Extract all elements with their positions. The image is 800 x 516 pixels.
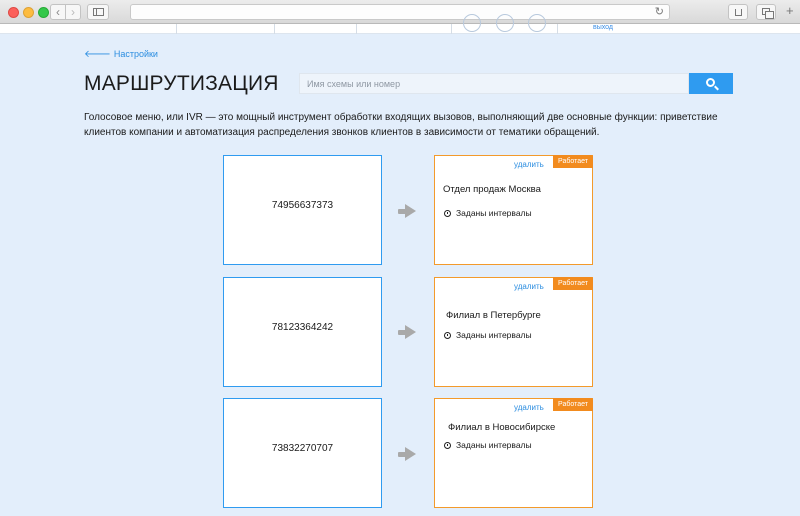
arrow-right-icon [398, 203, 418, 219]
site-nav: выход [0, 14, 800, 34]
arrow-right-icon [398, 324, 418, 340]
clock-icon [444, 210, 451, 217]
show-tabs-button[interactable] [756, 4, 776, 20]
browser-toolbar: ‹ › ↻ + [0, 0, 800, 24]
nav-divider [451, 24, 452, 34]
back-link-label: Настройки [113, 49, 158, 59]
scheme-name: Филиал в Петербурге [446, 310, 541, 321]
nav-circle-icon[interactable] [528, 14, 546, 32]
delete-link[interactable]: удалить [514, 160, 544, 169]
share-button[interactable] [728, 4, 748, 20]
close-window-button[interactable] [8, 7, 19, 18]
nav-circle-icon[interactable] [496, 14, 514, 32]
delete-link[interactable]: удалить [514, 403, 544, 412]
delete-link[interactable]: удалить [514, 282, 544, 291]
chevron-left-icon: ‹ [56, 5, 60, 19]
address-bar[interactable]: ↻ [130, 4, 670, 20]
nav-divider [356, 24, 357, 34]
sidebar-toggle-button[interactable] [87, 4, 109, 20]
nav-divider [557, 24, 558, 34]
schedule-row: Заданы интервалы [444, 330, 532, 340]
minimize-window-button[interactable] [23, 7, 34, 18]
phone-number-card[interactable]: 78123364242 [223, 277, 382, 387]
schedule-label: Заданы интервалы [456, 440, 532, 450]
schedule-label: Заданы интервалы [456, 330, 532, 340]
nav-circle-icon[interactable] [463, 14, 481, 32]
phone-number: 74956637373 [271, 200, 334, 211]
phone-number: 73832270707 [271, 443, 334, 454]
phone-number-card[interactable]: 73832270707 [223, 398, 382, 508]
schedule-label: Заданы интервалы [456, 208, 532, 218]
clock-icon [444, 442, 451, 449]
arrow-right-icon [398, 446, 418, 462]
arrow-left-icon: 🡐 [84, 49, 111, 60]
exit-link[interactable]: выход [593, 24, 613, 31]
search-icon [706, 78, 715, 87]
browser-back-button[interactable]: ‹ [50, 4, 66, 20]
new-tab-button[interactable]: + [786, 4, 794, 18]
schedule-row: Заданы интервалы [444, 440, 532, 450]
chevron-right-icon: › [71, 5, 75, 19]
ivr-scheme-card[interactable]: удалить Работает Отдел продаж Москва Зад… [434, 155, 593, 265]
scheme-name: Филиал в Новосибирске [448, 422, 556, 433]
zoom-window-button[interactable] [38, 7, 49, 18]
status-badge: Работает [553, 398, 593, 411]
page-title: МАРШРУТИЗАЦИЯ [84, 72, 279, 95]
phone-number-card[interactable]: 74956637373 [223, 155, 382, 265]
status-badge: Работает [553, 277, 593, 290]
page-description: Голосовое меню, или IVR — это мощный инс… [84, 112, 718, 138]
sidebar-icon [93, 8, 104, 16]
schedule-row: Заданы интервалы [444, 208, 532, 218]
tabs-icon [762, 8, 774, 19]
status-badge: Работает [553, 155, 593, 168]
search-input[interactable] [299, 73, 689, 94]
phone-number: 78123364242 [271, 322, 334, 333]
reload-icon[interactable]: ↻ [655, 5, 664, 19]
nav-divider [176, 24, 177, 34]
ivr-scheme-card[interactable]: удалить Работает Филиал в Новосибирске З… [434, 398, 593, 508]
ivr-scheme-card[interactable]: удалить Работает Филиал в Петербурге Зад… [434, 277, 593, 387]
share-icon [735, 9, 742, 16]
clock-icon [444, 332, 451, 339]
back-to-settings-link[interactable]: 🡐 Настройки [84, 48, 158, 60]
scheme-name: Отдел продаж Москва [443, 184, 541, 195]
search-button[interactable] [689, 73, 733, 94]
nav-divider [274, 24, 275, 34]
browser-forward-button[interactable]: › [65, 4, 81, 20]
